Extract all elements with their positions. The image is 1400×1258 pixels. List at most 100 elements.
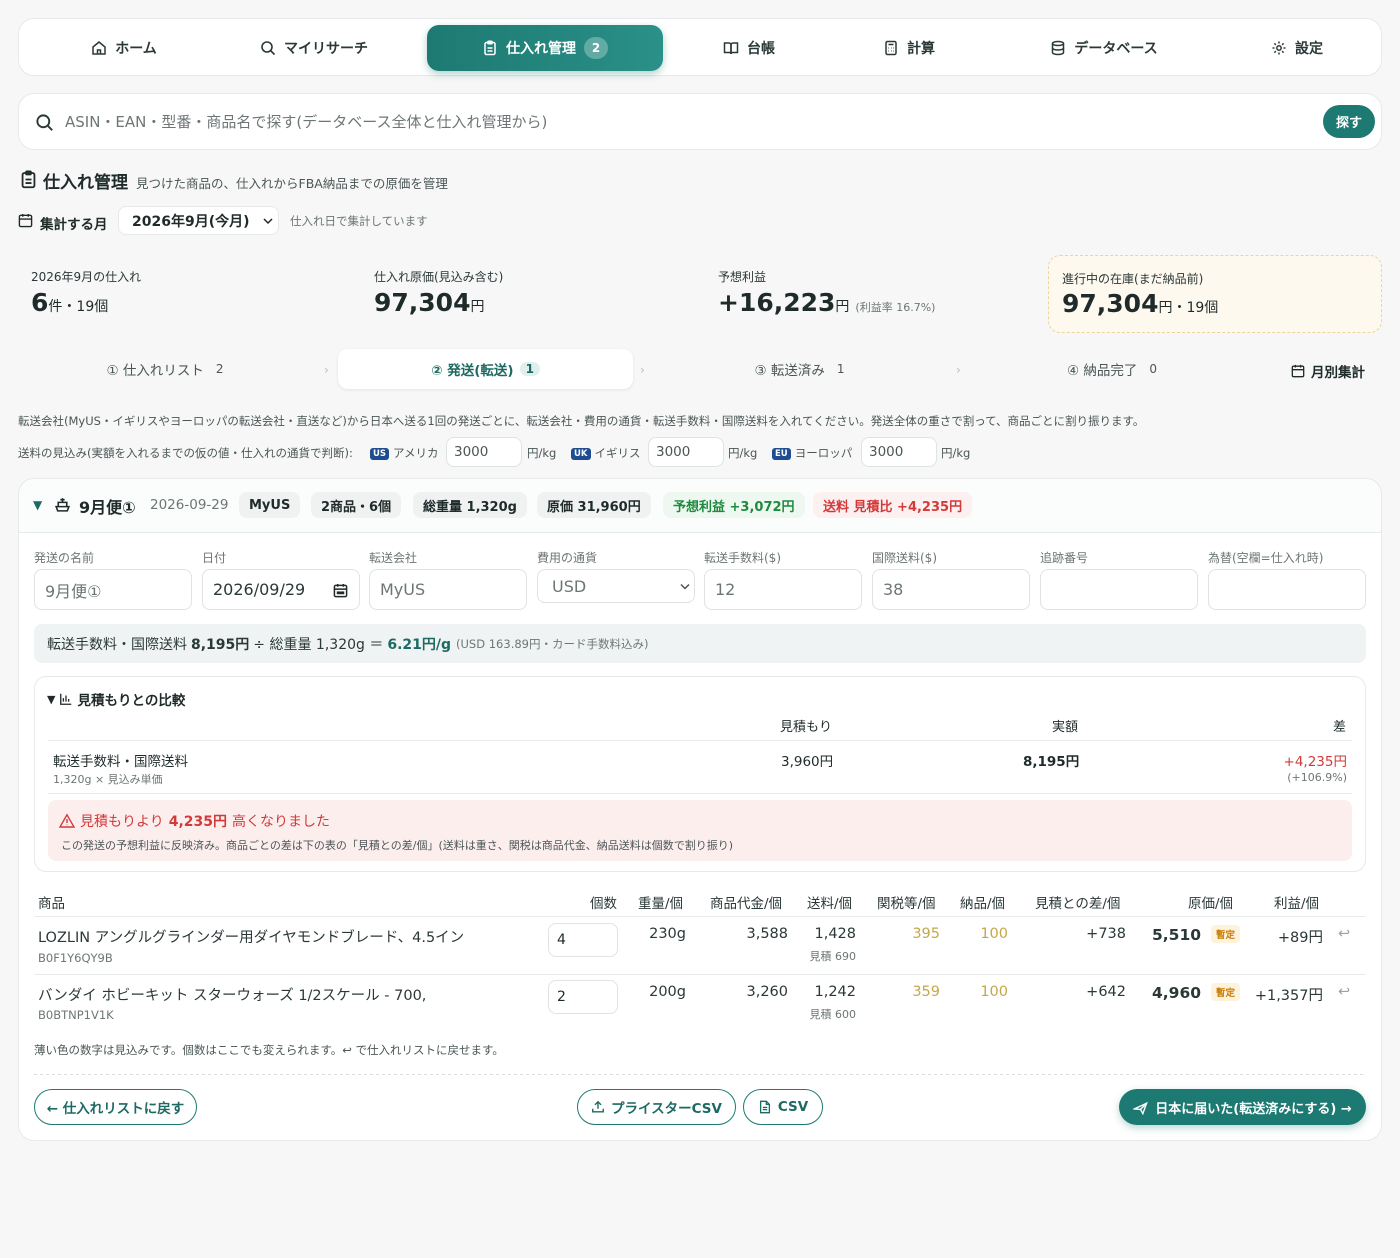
rate-uk-input[interactable] [648,437,724,467]
weight: 200g [649,984,686,1000]
forwarder-input[interactable] [369,569,527,610]
col-inbound: 納品/個 [960,896,1006,912]
return-to-list-icon[interactable]: ↩ [1338,984,1350,1000]
chevron-down-icon [263,218,273,225]
col-profit: 利益/個 [1274,896,1320,912]
step-chevron: › [324,363,329,377]
step-forwarded[interactable]: ③ 転送済み 1 [655,349,950,389]
col-qty: 個数 [590,896,617,912]
divider [48,740,1352,741]
alert-title: 見積もりより 4,235円 高くなりました [59,811,330,831]
shipping-estimate: 見積 690 [809,950,857,963]
step-chevron: › [956,363,961,377]
chip-cost: 原価 31,960円 [537,492,651,518]
divider [48,793,1352,794]
month-select[interactable]: 2026年9月(今月) [118,206,279,235]
step-purchase-list[interactable]: ① 仕入れリスト 2 [18,349,318,389]
fx-rate-input[interactable] [1208,569,1366,610]
chevron-down-icon [680,583,690,590]
nav-ledger[interactable]: 台帳 [709,25,789,71]
nav-purchase-management[interactable]: 仕入れ管理 2 [427,25,663,71]
step-shipping[interactable]: ② 発送(転送) 1 [338,349,633,389]
inbound: 100 [980,926,1008,942]
forwarding-fee-input[interactable] [704,569,862,610]
mark-forwarded-button[interactable]: 日本に届いた(転送済みにする) → [1119,1089,1366,1125]
shipment-name-input[interactable] [34,569,192,610]
intl-shipping-input[interactable] [872,569,1030,610]
rate-uk-label: UK イギリス [571,445,641,461]
col-cost: 原価/個 [1188,896,1234,912]
stat-purchases: 6件・19個 [31,288,109,317]
chip-shipping-diff: 送料 見積比 +4,235円 [813,492,973,518]
duty: 359 [912,984,940,1000]
rate-unit: 円/kg [728,446,758,460]
tracking-input[interactable] [1040,569,1198,610]
gear-icon [1272,41,1286,55]
currency-select[interactable]: USD [537,569,695,603]
page-subtitle: 見つけた商品の、仕入れからFBA納品までの原価を管理 [136,176,448,191]
rate-us-label: US アメリカ [370,445,438,461]
stat-profit-label: 予想利益 [718,270,767,284]
provisional-badge: 暫定 [1211,983,1241,1001]
search-input[interactable] [65,108,1305,136]
monthly-summary-link[interactable]: 月別集計 [1291,361,1365,381]
compare-diff-pct: (+106.9%) [1287,771,1347,784]
chip-weight: 総重量 1,320g [413,492,527,518]
back-to-list-button[interactable]: ← 仕入れリストに戻す [34,1089,197,1125]
nav-my-research[interactable]: マイリサーチ [244,25,384,71]
field-label: 日付 [202,551,227,565]
nav-home[interactable]: ホーム [59,25,189,71]
shipping: 1,242 [814,984,856,1000]
shipping: 1,428 [814,926,856,942]
product-name[interactable]: バンダイ ホビーキット スターウォーズ 1/2スケール - 700, [38,984,426,1005]
field-label: 為替(空欄=仕入れ時) [1208,551,1324,565]
compare-actual: 8,195円 [1023,754,1080,770]
compare-col-diff: 差 [1333,720,1347,735]
qty-input[interactable] [548,923,618,957]
top-nav: ホーム マイリサーチ 仕入れ管理 2 台帳 計算 データベース 設定 [18,18,1382,76]
ship-icon [54,498,71,512]
rate-us-input[interactable] [446,437,522,467]
stat-profit: +16,223円 (利益率 16.7%) [718,288,936,317]
csv-button[interactable]: CSV [743,1089,823,1125]
month-label: 集計する月 [40,217,108,233]
rate-eu-label: EU ヨーロッパ [772,445,852,461]
stat-stock: 97,304円・19個 [1062,289,1219,318]
price: 3,588 [746,926,788,942]
col-weight: 重量/個 [638,896,684,912]
chip-items: 2商品・6個 [311,492,402,518]
calculator-icon [885,40,897,56]
collapse-toggle[interactable]: ▼ [33,498,42,512]
product-name[interactable]: LOZLIN アングルグラインダー用ダイヤモンドブレード、4.5イン [38,926,464,947]
return-to-list-icon[interactable]: ↩ [1338,926,1350,942]
stat-cost-label: 仕入れ原価(見込み含む) [374,270,504,284]
compare-diff: +4,235円 [1283,754,1347,770]
pricester-csv-button[interactable]: プライスターCSV [577,1089,736,1125]
col-shipping: 送料/個 [807,896,853,912]
col-diff: 見積との差/個 [1035,896,1121,912]
nav-database[interactable]: データベース [1034,25,1174,71]
estimate-diff: +642 [1086,984,1126,1000]
clipboard-icon [484,40,496,56]
calendar-icon[interactable] [333,583,348,598]
provisional-badge: 暫定 [1211,925,1241,943]
unit-cost: 4,960 暫定 [1152,983,1241,1002]
nav-calc[interactable]: 計算 [869,25,949,71]
search-button[interactable]: 探す [1323,105,1375,138]
qty-input[interactable] [548,980,618,1014]
shipment-name: 9月便① [79,498,136,517]
price: 3,260 [746,984,788,1000]
shipment-date-input[interactable]: 2026/09/29 [202,569,360,610]
step-delivered[interactable]: ④ 納品完了 0 [970,349,1260,389]
field-label: 費用の通貨 [537,551,598,565]
rate-eu-input[interactable] [861,437,937,467]
alert-note: この発送の予想利益に反映済み。商品ごとの差は下の表の「見積との差/個」(送料は重… [61,839,734,852]
divider [34,1074,1366,1075]
nav-settings[interactable]: 設定 [1257,25,1337,71]
estimate-diff: +738 [1086,926,1126,942]
compare-col-est: 見積もり [780,720,833,735]
stat-stock-label: 進行中の在庫(まだ納品前) [1062,272,1204,286]
compare-toggle[interactable]: ▼ 見積もりとの比較 [47,689,185,710]
upload-icon [592,1100,604,1113]
chip-company: MyUS [239,492,301,518]
